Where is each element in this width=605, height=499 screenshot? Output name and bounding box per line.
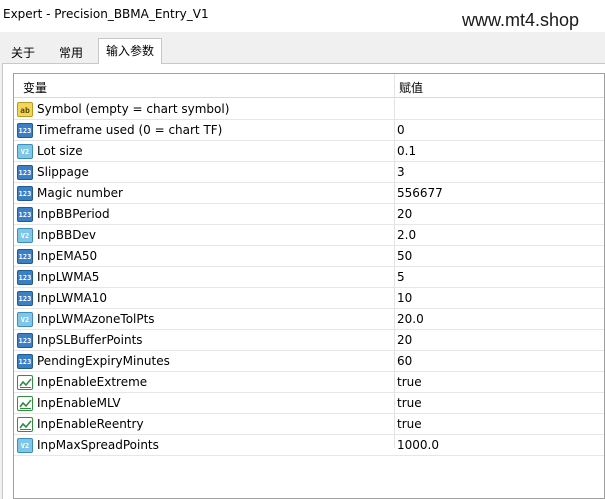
param-name: InpLWMA10 [37, 291, 108, 305]
int-123-icon: 123 [17, 291, 33, 306]
tab-inputs[interactable]: 输入参数 [98, 38, 163, 64]
table-row[interactable]: 123 InpLWMA10 10 [14, 288, 604, 309]
param-value[interactable]: 20 [397, 207, 412, 221]
param-value[interactable]: 2.0 [397, 228, 416, 242]
table-row[interactable]: InpEnableReentry true [14, 414, 604, 435]
watermark: www.mt4.shop [462, 10, 580, 30]
int-123-icon: 123 [17, 249, 33, 264]
param-name: Timeframe used (0 = chart TF) [37, 123, 223, 137]
table-row[interactable]: InpEnableMLV true [14, 393, 604, 414]
double-v2-icon: V2 [17, 438, 33, 453]
param-name: InpEnableReentry [37, 417, 144, 431]
header-value[interactable]: 赋值 [399, 79, 423, 96]
expert-properties-window: Expert - Precision_BBMA_Entry_V1 www.mt4… [0, 0, 605, 499]
header-variable[interactable]: 变量 [23, 79, 47, 96]
table-row[interactable]: 123 Magic number 556677 [14, 183, 604, 204]
ab-string-icon: ab [17, 102, 33, 117]
title-bar[interactable]: Expert - Precision_BBMA_Entry_V1 www.mt4… [0, 0, 605, 32]
table-row[interactable]: 123 Slippage 3 [14, 162, 604, 183]
table-row[interactable]: 123 InpEMA50 50 [14, 246, 604, 267]
param-value[interactable]: 0 [397, 123, 405, 137]
bool-check-icon [17, 396, 33, 411]
tab-about[interactable]: 关于 [3, 42, 43, 64]
param-value[interactable]: true [397, 396, 422, 410]
param-name: InpLWMAzoneTolPts [37, 312, 155, 326]
param-value[interactable]: 0.1 [397, 144, 416, 158]
table-row[interactable]: V2 InpMaxSpreadPoints 1000.0 [14, 435, 604, 456]
param-value[interactable]: 10 [397, 291, 412, 305]
inputs-grid: 变量 赋值 ab Symbol (empty = chart symbol) 123… [13, 73, 605, 499]
table-row[interactable]: 123 Timeframe used (0 = chart TF) 0 [14, 120, 604, 141]
tab-strip: 关于 常用 输入参数 [0, 38, 605, 64]
param-value[interactable]: 5 [397, 270, 405, 284]
param-value[interactable]: true [397, 417, 422, 431]
param-name: InpMaxSpreadPoints [37, 438, 159, 452]
table-row[interactable]: ab Symbol (empty = chart symbol) [14, 99, 604, 120]
param-value[interactable]: 556677 [397, 186, 443, 200]
table-row[interactable]: 123 PendingExpiryMinutes 60 [14, 351, 604, 372]
double-v2-icon: V2 [17, 312, 33, 327]
table-row[interactable]: 123 InpSLBufferPoints 20 [14, 330, 604, 351]
param-value[interactable]: 50 [397, 249, 412, 263]
table-row[interactable]: V2 InpLWMAzoneTolPts 20.0 [14, 309, 604, 330]
param-value[interactable]: 60 [397, 354, 412, 368]
int-123-icon: 123 [17, 207, 33, 222]
param-name: Magic number [37, 186, 123, 200]
int-123-icon: 123 [17, 123, 33, 138]
table-row[interactable]: 123 InpLWMA5 5 [14, 267, 604, 288]
param-name: InpSLBufferPoints [37, 333, 143, 347]
bool-check-icon [17, 375, 33, 390]
param-name: InpBBPeriod [37, 207, 110, 221]
param-value[interactable]: 20 [397, 333, 412, 347]
double-v2-icon: V2 [17, 144, 33, 159]
tab-common[interactable]: 常用 [51, 42, 91, 64]
table-row[interactable]: V2 Lot size 0.1 [14, 141, 604, 162]
table-row[interactable]: InpEnableExtreme true [14, 372, 604, 393]
int-123-icon: 123 [17, 333, 33, 348]
param-value[interactable]: true [397, 375, 422, 389]
param-value[interactable]: 3 [397, 165, 405, 179]
bool-check-icon [17, 417, 33, 432]
param-name: Lot size [37, 144, 83, 158]
int-123-icon: 123 [17, 354, 33, 369]
grid-header: 变量 赋值 [14, 74, 604, 98]
int-123-icon: 123 [17, 165, 33, 180]
param-name: InpLWMA5 [37, 270, 100, 284]
int-123-icon: 123 [17, 186, 33, 201]
param-value[interactable]: 1000.0 [397, 438, 439, 452]
table-row[interactable]: 123 InpBBPeriod 20 [14, 204, 604, 225]
param-name: InpBBDev [37, 228, 96, 242]
double-v2-icon: V2 [17, 228, 33, 243]
param-name: InpEMA50 [37, 249, 98, 263]
table-row[interactable]: V2 InpBBDev 2.0 [14, 225, 604, 246]
param-name: Slippage [37, 165, 89, 179]
param-name: InpEnableMLV [37, 396, 121, 410]
param-name: InpEnableExtreme [37, 375, 148, 389]
param-value[interactable]: 20.0 [397, 312, 424, 326]
param-name: PendingExpiryMinutes [37, 354, 170, 368]
window-title: Expert - Precision_BBMA_Entry_V1 [3, 7, 209, 21]
param-name: Symbol (empty = chart symbol) [37, 102, 230, 116]
int-123-icon: 123 [17, 270, 33, 285]
